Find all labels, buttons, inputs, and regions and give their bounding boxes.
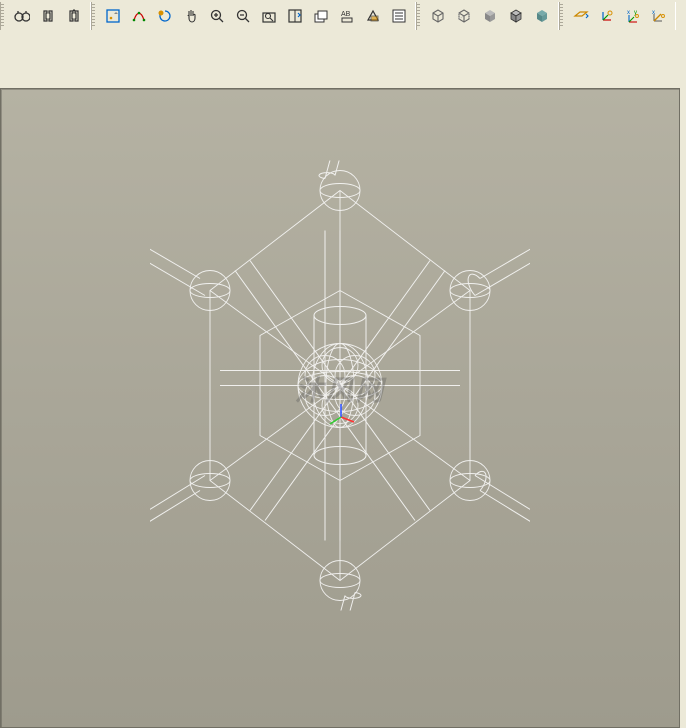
svg-text:AB: AB — [341, 11, 351, 18]
fit-view-icon[interactable] — [101, 4, 125, 28]
cube-edge-icon[interactable] — [504, 4, 528, 28]
viewport-3d[interactable]: 沐风网 — [0, 88, 680, 728]
cube-solid-icon[interactable] — [530, 4, 554, 28]
toolbar-group-4: xy x — [559, 2, 676, 30]
plane-xy-icon[interactable] — [569, 4, 593, 28]
zoom-in-icon[interactable] — [205, 4, 229, 28]
label-ab-icon[interactable]: AB — [335, 4, 359, 28]
binoculars-icon[interactable] — [10, 4, 34, 28]
axes-diag-icon[interactable]: x — [647, 4, 671, 28]
list-icon[interactable] — [387, 4, 411, 28]
axes-xyz-icon[interactable]: xy — [621, 4, 645, 28]
zoom-window-icon[interactable] — [257, 4, 281, 28]
cube-hidden-icon[interactable] — [452, 4, 476, 28]
bracket-up-icon[interactable] — [62, 4, 86, 28]
layers-icon[interactable] — [309, 4, 333, 28]
axes-small-icon[interactable] — [595, 4, 619, 28]
zoom-layer-icon[interactable] — [283, 4, 307, 28]
toolbar-group-2: AB — [91, 2, 416, 30]
toolbar-group-1 — [0, 2, 91, 30]
toolbar: AB xy — [0, 0, 686, 36]
bracket-icon[interactable] — [36, 4, 60, 28]
wireframe-model — [150, 161, 530, 611]
toolbar-group-3 — [416, 2, 559, 30]
cube-wire-icon[interactable] — [426, 4, 450, 28]
zoom-out-icon[interactable] — [231, 4, 255, 28]
viewport-container: 沐风网 — [0, 36, 686, 704]
pan-icon[interactable] — [179, 4, 203, 28]
spin-icon[interactable] — [153, 4, 177, 28]
curve-icon[interactable] — [127, 4, 151, 28]
cube-shade-icon[interactable] — [478, 4, 502, 28]
section-icon[interactable] — [361, 4, 385, 28]
